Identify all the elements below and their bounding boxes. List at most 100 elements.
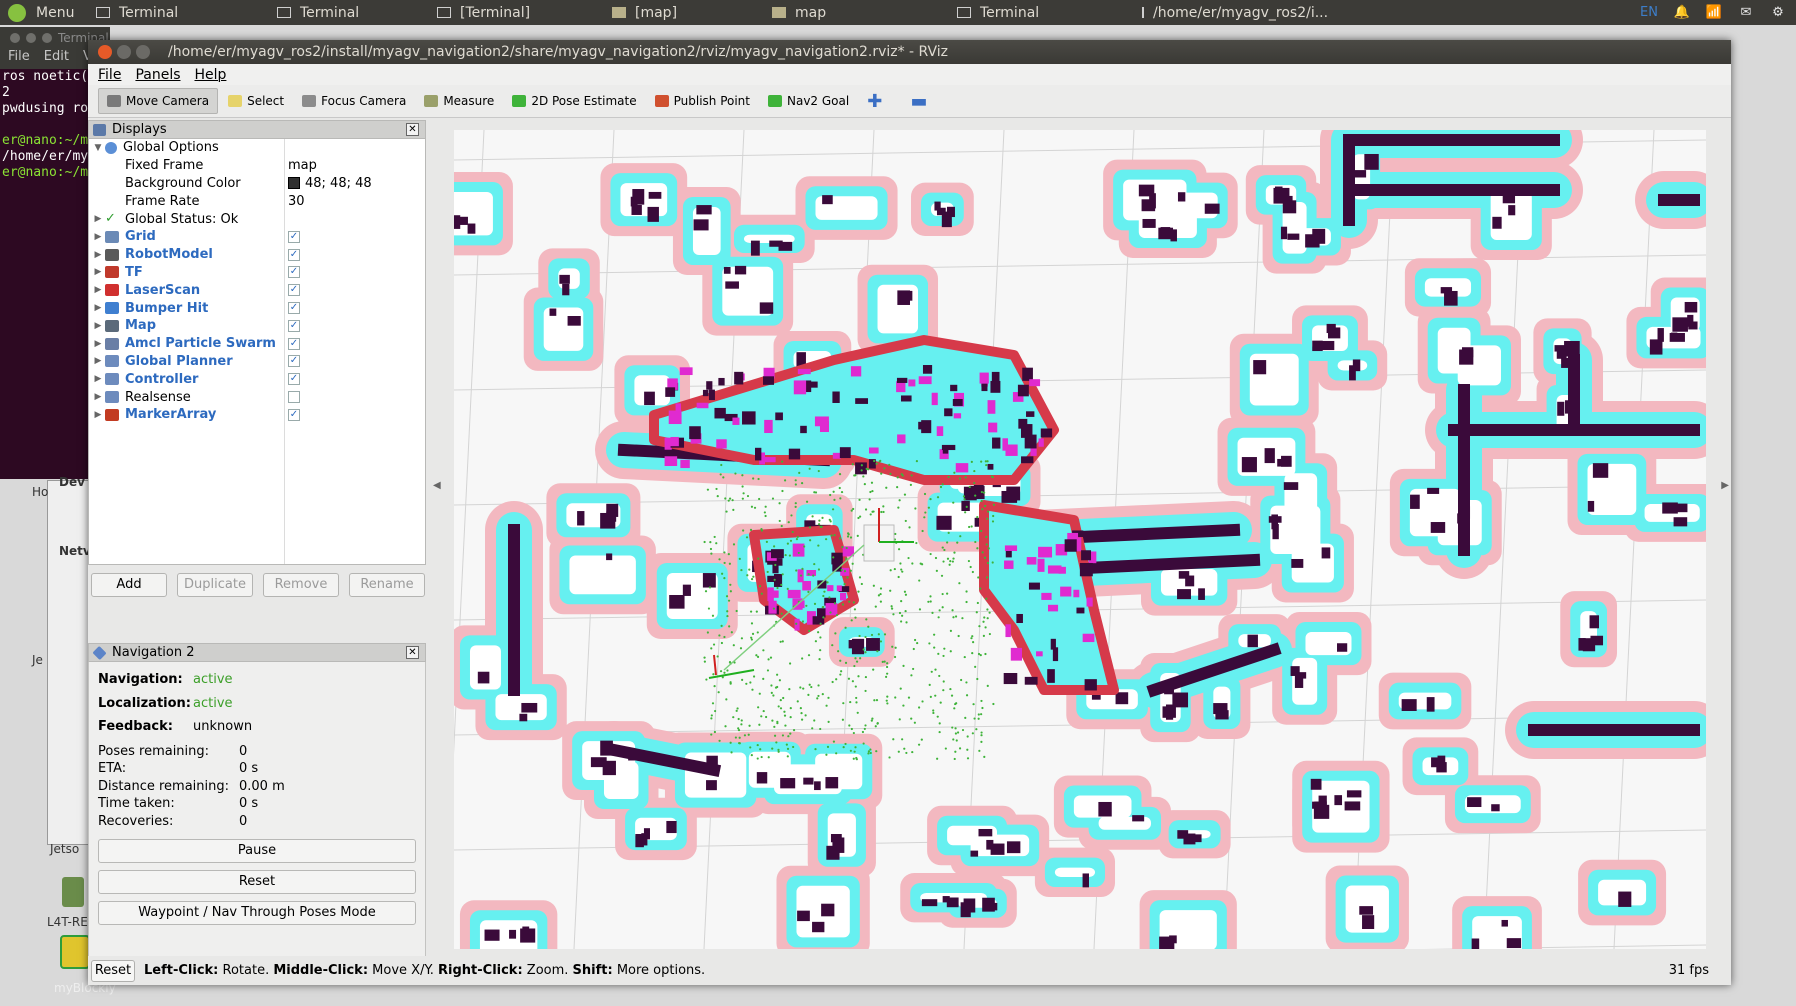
taskbar-window-button[interactable]: Terminal (88, 0, 269, 25)
display-item-bumper-hit[interactable]: ▶ Bumper Hit ✓ (89, 299, 425, 317)
measure-tool[interactable]: Measure (416, 88, 502, 114)
collapsed-arrow-icon[interactable]: ▶ (91, 285, 105, 295)
obstacle-cell (1427, 487, 1440, 494)
eta-row: ETA: 0 s (98, 761, 259, 777)
collapsed-arrow-icon[interactable]: ▶ (91, 339, 105, 349)
focus-camera-tool[interactable]: Focus Camera (294, 88, 414, 114)
collapsed-arrow-icon[interactable]: ▶ (91, 392, 105, 402)
close-icon[interactable]: ✕ (406, 646, 419, 659)
amcl-particle (985, 543, 988, 546)
collapsed-arrow-icon[interactable]: ▶ (91, 267, 105, 277)
display-item-realsense[interactable]: ▶ Realsense (89, 388, 425, 406)
enable-checkbox[interactable]: ✓ (288, 355, 300, 368)
publish-point-tool[interactable]: Publish Point (647, 88, 758, 114)
tree-row-global-status[interactable]: ▶ ✓ Global Status: Ok (89, 210, 425, 228)
display-item-markerarray[interactable]: ▶ MarkerArray ✓ (89, 406, 425, 424)
enable-checkbox[interactable]: ✓ (288, 408, 300, 421)
color-swatch[interactable] (288, 177, 300, 190)
reset-navigation-button[interactable]: Reset (98, 870, 416, 894)
enable-checkbox[interactable]: ✓ (288, 230, 300, 243)
display-item-amcl-particle-swarm[interactable]: ▶ Amcl Particle Swarm ✓ (89, 335, 425, 353)
menu-help[interactable]: Help (195, 67, 227, 83)
pause-button[interactable]: Pause (98, 839, 416, 863)
wifi-icon[interactable]: 📶 (1706, 5, 1722, 20)
add-tool-plus-icon[interactable]: ✚ (859, 88, 890, 114)
keyboard-layout-indicator[interactable]: EN (1640, 5, 1658, 20)
collapsed-arrow-icon[interactable]: ▶ (91, 321, 105, 331)
collapsed-arrow-icon[interactable]: ▶ (91, 214, 105, 224)
enable-checkbox[interactable]: ✓ (288, 284, 300, 297)
display-item-map[interactable]: ▶ Map ✓ (89, 317, 425, 335)
amcl-particle (908, 526, 911, 529)
taskbar-window-button[interactable]: [Terminal] (429, 0, 604, 25)
display-item-robotmodel[interactable]: ▶ RobotModel ✓ (89, 246, 425, 264)
amcl-particle (738, 557, 741, 560)
menu-panels[interactable]: Panels (135, 67, 180, 83)
maximize-icon[interactable] (136, 45, 150, 59)
display-item-grid[interactable]: ▶ Grid ✓ (89, 228, 425, 246)
hint-key: Shift: (572, 963, 613, 978)
select-tool[interactable]: Select (220, 88, 292, 114)
taskbar-window-button[interactable]: Terminal (949, 0, 1134, 25)
close-icon[interactable] (98, 45, 112, 59)
menu-file[interactable]: File (98, 67, 121, 83)
collapsed-arrow-icon[interactable]: ▶ (91, 356, 105, 366)
terminal-menu-edit[interactable]: Edit (44, 49, 69, 69)
obstacle-cell (1557, 401, 1565, 416)
display-item-tf[interactable]: ▶ TF ✓ (89, 264, 425, 282)
taskbar-window-button[interactable]: /home/er/myagv_ros2/i... (1134, 0, 1334, 25)
collapsed-arrow-icon[interactable]: ▶ (91, 250, 105, 260)
duplicate-button[interactable]: Duplicate (177, 572, 253, 597)
collapsed-arrow-icon[interactable]: ▶ (91, 374, 105, 384)
collapsed-arrow-icon[interactable]: ▶ (91, 410, 105, 420)
taskbar-window-button[interactable]: [map] (604, 0, 764, 25)
tree-row-background-color[interactable]: Background Color 48; 48; 48 (89, 175, 425, 193)
close-icon[interactable]: ✕ (406, 123, 419, 136)
3d-view-costmap[interactable] (454, 130, 1706, 949)
display-item-controller[interactable]: ▶ Controller ✓ (89, 370, 425, 388)
waypoint-mode-button[interactable]: Waypoint / Nav Through Poses Mode (98, 901, 416, 925)
costmap-canvas[interactable] (454, 130, 1706, 949)
collapse-right-arrow-icon[interactable]: ▶ (1721, 480, 1729, 491)
close-icon[interactable] (10, 33, 20, 43)
l4t-readme-icon[interactable] (62, 877, 84, 907)
pose-estimate-tool[interactable]: 2D Pose Estimate (504, 88, 644, 114)
reset-view-button[interactable]: Reset (91, 959, 135, 982)
enable-checkbox[interactable]: ✓ (288, 302, 300, 315)
terminal-menu-file[interactable]: File (8, 49, 30, 69)
move-camera-tool[interactable]: Move Camera (98, 88, 219, 114)
bell-icon[interactable]: 🔔 (1674, 5, 1690, 20)
amcl-particle (816, 697, 819, 700)
amcl-particle (992, 514, 995, 518)
enable-checkbox[interactable]: ✓ (288, 248, 300, 261)
enable-checkbox[interactable] (288, 391, 300, 404)
rename-button[interactable]: Rename (349, 572, 425, 597)
high-cost-cell (855, 462, 867, 475)
nav2-goal-tool[interactable]: Nav2 Goal (760, 88, 857, 114)
enable-checkbox[interactable]: ✓ (288, 337, 300, 350)
tree-row-global-options[interactable]: ▼ Global Options (89, 139, 425, 157)
display-item-global-planner[interactable]: ▶ Global Planner ✓ (89, 353, 425, 371)
mail-icon[interactable]: ✉ (1738, 5, 1754, 20)
collapse-left-arrow-icon[interactable]: ◀ (433, 480, 441, 491)
collapsed-arrow-icon[interactable]: ▶ (91, 303, 105, 313)
minimize-icon[interactable] (26, 33, 36, 43)
maximize-icon[interactable] (42, 33, 52, 43)
remove-tool-minus-icon[interactable]: ▬ (902, 88, 935, 114)
tree-row-frame-rate[interactable]: Frame Rate 30 (89, 192, 425, 210)
myblockly-icon[interactable] (60, 935, 90, 969)
expanded-arrow-icon[interactable]: ▼ (91, 143, 105, 153)
display-item-laserscan[interactable]: ▶ LaserScan ✓ (89, 281, 425, 299)
collapsed-arrow-icon[interactable]: ▶ (91, 232, 105, 242)
taskbar-window-button[interactable]: map (764, 0, 949, 25)
enable-checkbox[interactable]: ✓ (288, 373, 300, 386)
minimize-icon[interactable] (117, 45, 131, 59)
remove-button[interactable]: Remove (263, 572, 339, 597)
menu-button[interactable]: Menu (0, 0, 88, 25)
taskbar-window-button[interactable]: Terminal (269, 0, 429, 25)
add-button[interactable]: Add (91, 572, 167, 597)
enable-checkbox[interactable]: ✓ (288, 266, 300, 279)
tree-row-fixed-frame[interactable]: Fixed Frame map (89, 157, 425, 175)
settings-gear-icon[interactable]: ⚙ (1770, 5, 1786, 20)
enable-checkbox[interactable]: ✓ (288, 319, 300, 332)
